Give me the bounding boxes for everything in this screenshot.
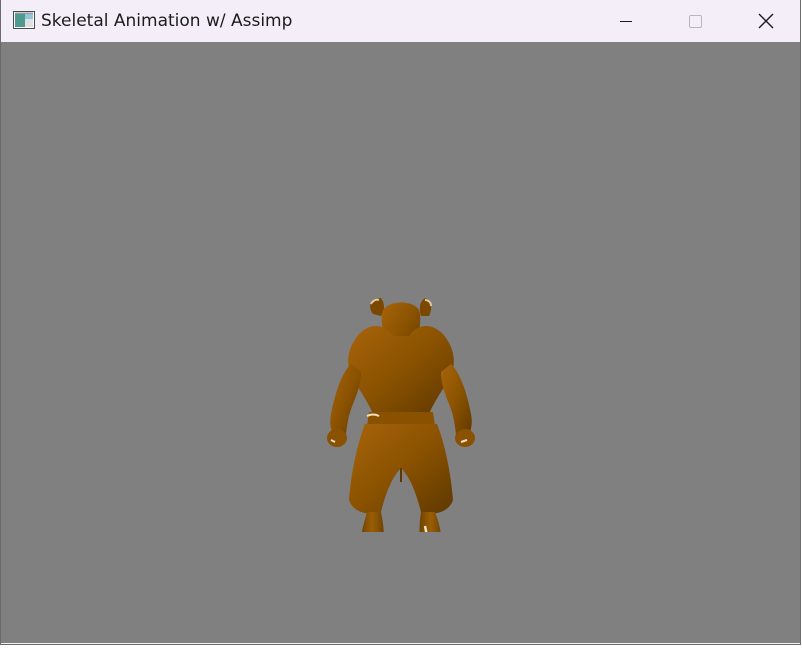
close-icon [758, 13, 774, 29]
minimize-button[interactable] [603, 0, 649, 42]
character-model [327, 298, 475, 532]
app-window: Skeletal Animation w/ Assimp [0, 0, 801, 645]
minimize-icon [620, 21, 632, 22]
title-bar[interactable]: Skeletal Animation w/ Assimp [1, 0, 800, 42]
render-viewport[interactable] [1, 42, 800, 643]
close-button[interactable] [743, 0, 789, 42]
maximize-icon [689, 15, 702, 28]
window-title: Skeletal Animation w/ Assimp [41, 11, 293, 31]
maximize-button[interactable] [672, 0, 718, 42]
app-icon [13, 11, 35, 29]
